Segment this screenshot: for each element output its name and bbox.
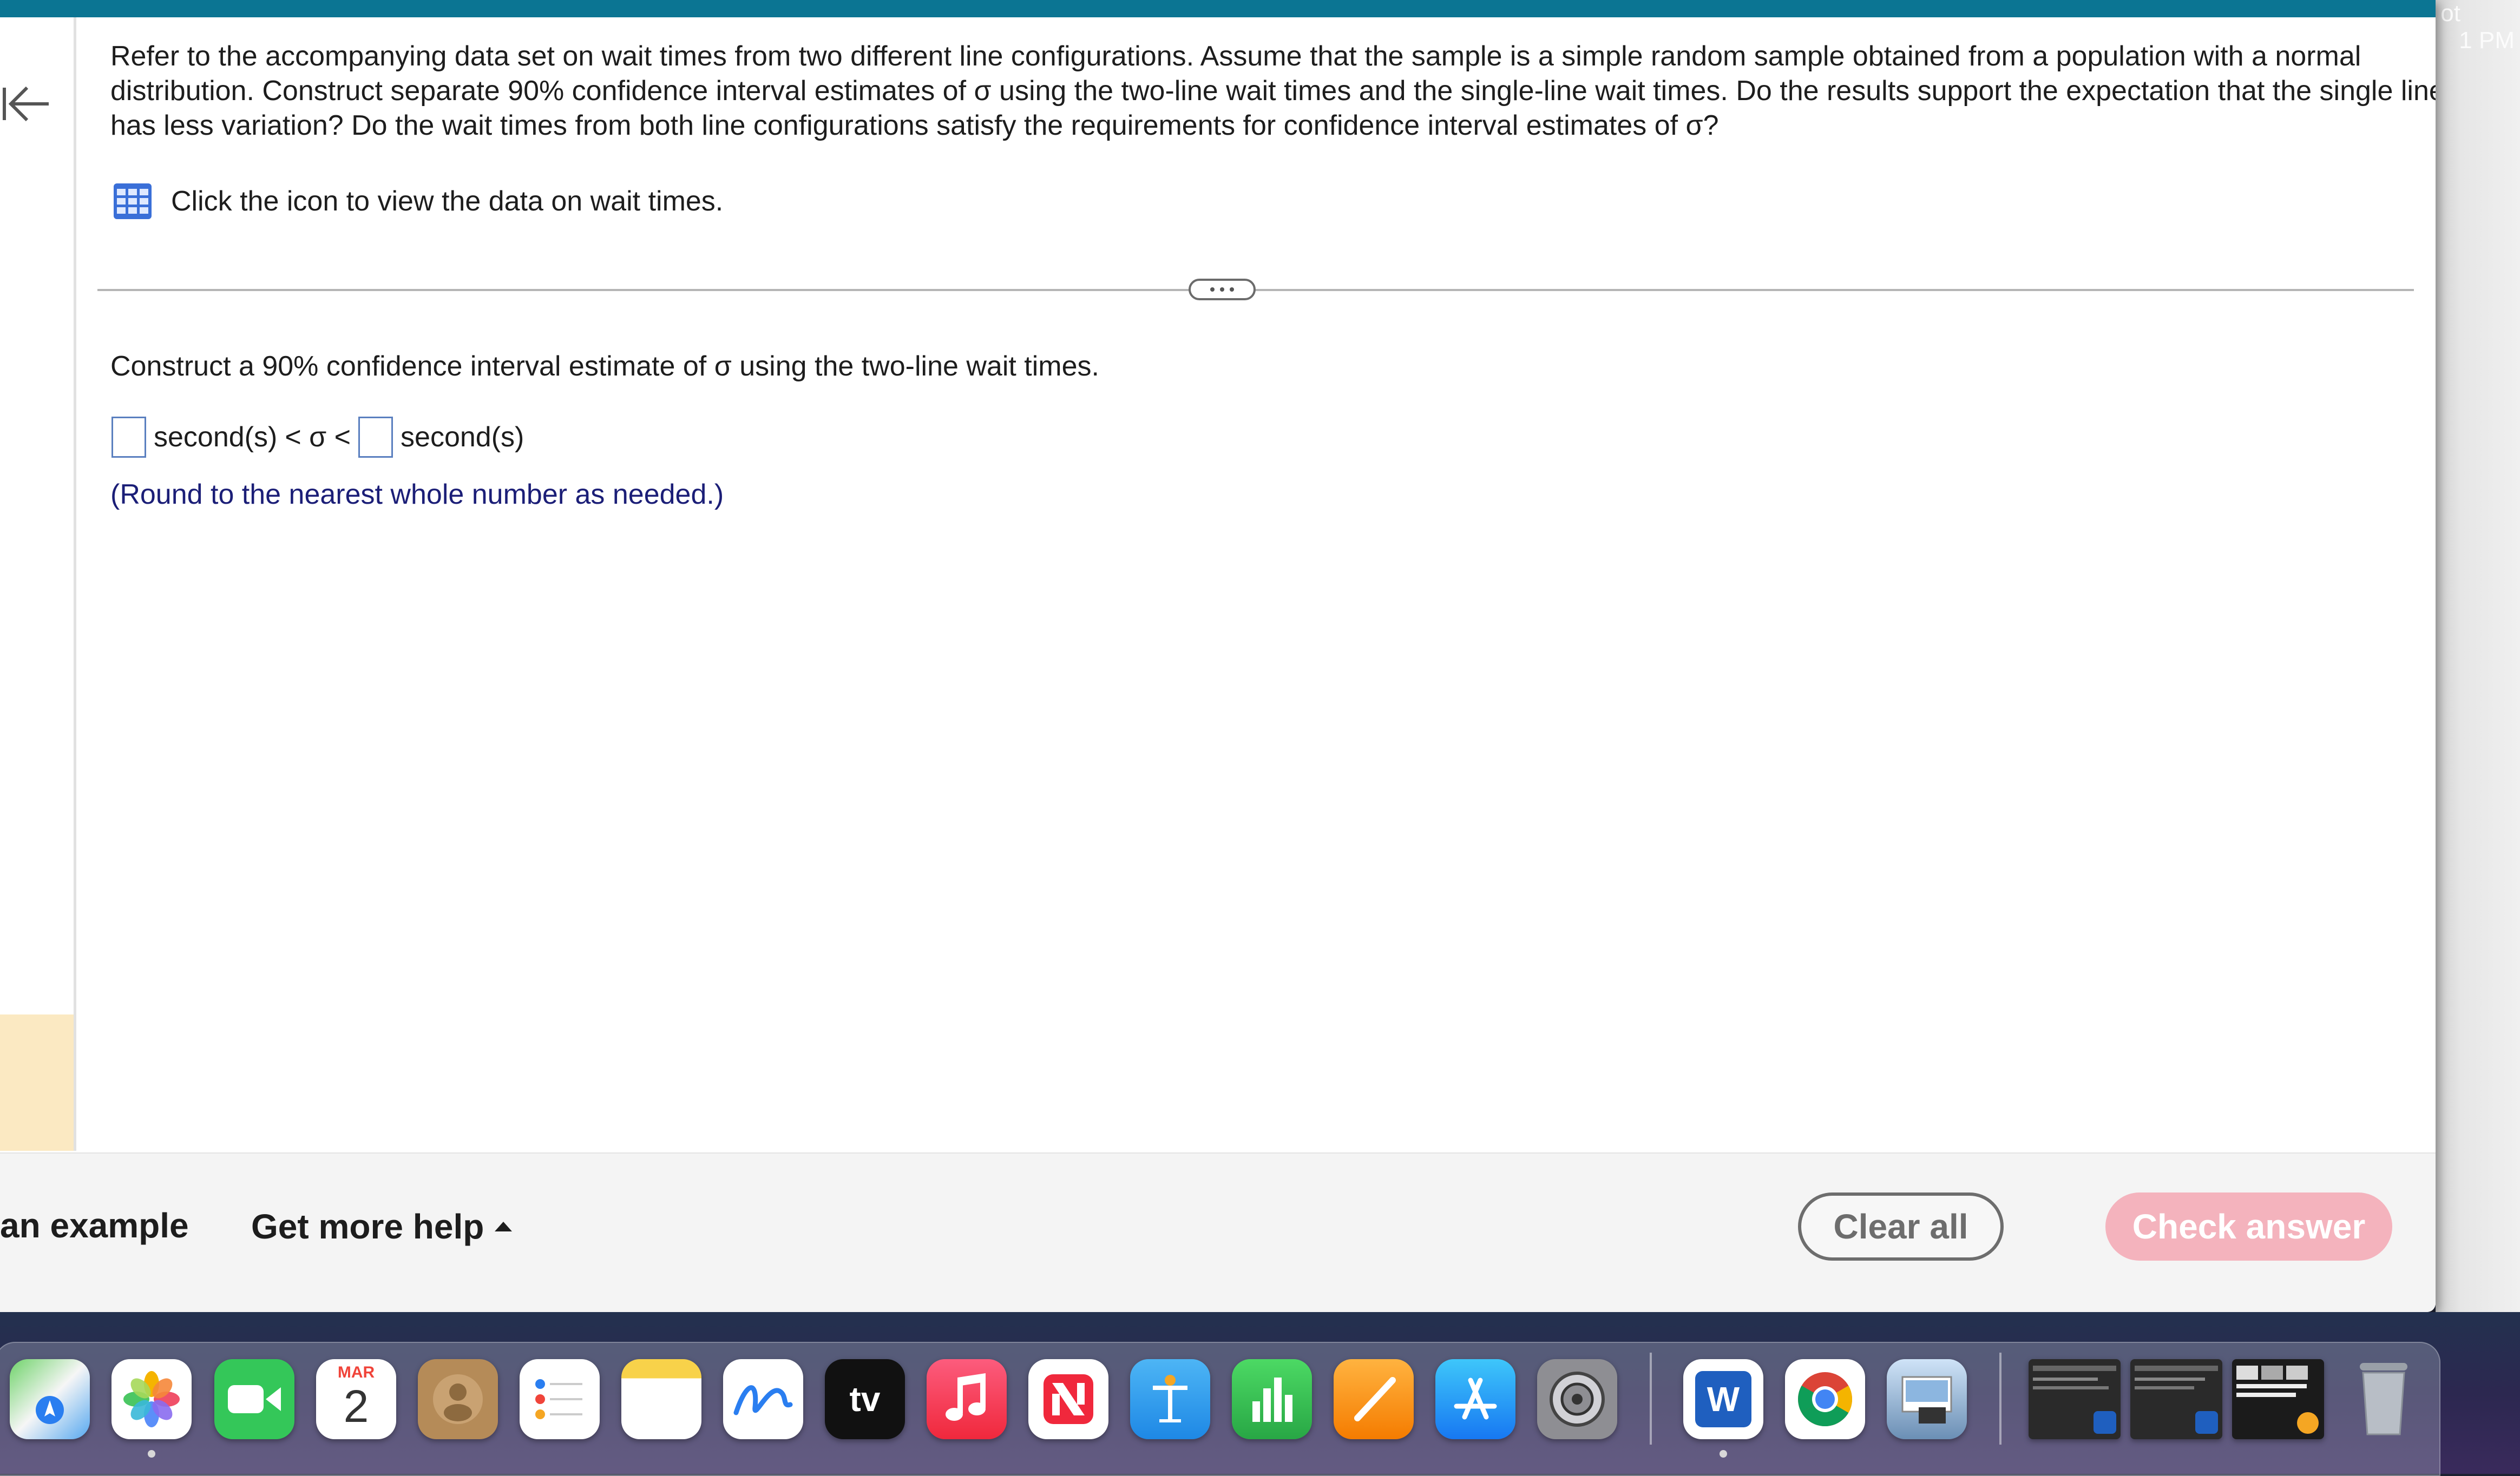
top-accent-bar [0, 0, 2436, 17]
running-indicator [148, 1450, 155, 1458]
upper-bound-input[interactable] [358, 417, 393, 458]
clear-all-button[interactable]: Clear all [1798, 1192, 2004, 1261]
collapse-left-icon[interactable] [0, 77, 54, 131]
menu-bar-clock: 1 PM [2459, 27, 2515, 54]
expand-handle-button[interactable] [1189, 279, 1256, 300]
left-rail [0, 17, 76, 1151]
word-icon[interactable]: W [1683, 1359, 1763, 1439]
unit-label-lower: second(s) [154, 421, 278, 453]
maps-icon[interactable] [10, 1359, 90, 1439]
check-answer-button[interactable]: Check answer [2105, 1192, 2392, 1261]
system-settings-icon[interactable] [1537, 1359, 1617, 1439]
data-link-text[interactable]: Click the icon to view the data on wait … [171, 185, 723, 218]
notes-icon[interactable] [621, 1359, 701, 1439]
browser-window: Refer to the accompanying data set on wa… [0, 0, 2436, 1312]
get-more-help-label: Get more help [251, 1207, 484, 1246]
data-link[interactable]: Click the icon to view the data on wait … [113, 182, 723, 220]
view-example-button[interactable]: an example [0, 1205, 189, 1246]
apple-tv-icon[interactable]: tv [825, 1359, 905, 1439]
word-letter: W [1707, 1380, 1740, 1419]
music-icon[interactable] [927, 1359, 1007, 1439]
answer-row: second(s) < σ < second(s) [111, 417, 531, 458]
numbers-icon[interactable] [1232, 1359, 1312, 1439]
question-text: Refer to the accompanying data set on wa… [110, 41, 2436, 141]
section-divider [97, 289, 2414, 291]
caret-up-icon [495, 1222, 513, 1231]
sigma-relation: < σ < [285, 421, 351, 453]
trash-icon[interactable] [2344, 1359, 2424, 1439]
running-indicator [1720, 1450, 1727, 1458]
calendar-icon[interactable]: MAR 2 [316, 1359, 396, 1439]
window-thumb-1[interactable] [2029, 1359, 2121, 1439]
rounding-hint: (Round to the nearest whole number as ne… [110, 479, 724, 510]
pages-icon[interactable] [1334, 1359, 1414, 1439]
unit-label-upper: second(s) [401, 421, 524, 453]
ellipsis-dot [1210, 287, 1215, 292]
ellipsis-dot [1230, 287, 1234, 292]
desktop-background: ot 1 PM [2436, 0, 2520, 1474]
contacts-icon[interactable] [418, 1359, 498, 1439]
calendar-day: 2 [343, 1381, 369, 1432]
preview-icon[interactable] [1887, 1359, 1967, 1439]
apple-tv-label: tv [849, 1380, 881, 1419]
news-icon[interactable] [1028, 1359, 1108, 1439]
menu-bar-fragment: ot [2440, 0, 2460, 27]
photos-icon[interactable] [111, 1359, 192, 1439]
rail-highlight [0, 1014, 74, 1151]
question-content: Refer to the accompanying data set on wa… [76, 17, 2436, 1151]
bottom-action-bar: an example Get more help Clear all Check… [0, 1152, 2436, 1312]
app-store-icon[interactable] [1435, 1359, 1515, 1439]
part-prompt: Construct a 90% confidence interval esti… [110, 351, 1099, 382]
keynote-icon[interactable] [1130, 1359, 1210, 1439]
window-thumb-2[interactable] [2130, 1359, 2222, 1439]
window-thumb-3[interactable] [2232, 1359, 2324, 1439]
freeform-icon[interactable] [723, 1359, 803, 1439]
chrome-icon[interactable] [1785, 1359, 1865, 1439]
dock-separator [1999, 1353, 2001, 1445]
reminders-icon[interactable] [520, 1359, 600, 1439]
lower-bound-input[interactable] [111, 417, 146, 458]
grid-table-icon[interactable] [113, 182, 153, 220]
dock-separator [1650, 1353, 1652, 1445]
ellipsis-dot [1220, 287, 1224, 292]
calendar-month: MAR [337, 1363, 375, 1381]
facetime-icon[interactable] [214, 1359, 294, 1439]
get-more-help-button[interactable]: Get more help [251, 1207, 513, 1247]
